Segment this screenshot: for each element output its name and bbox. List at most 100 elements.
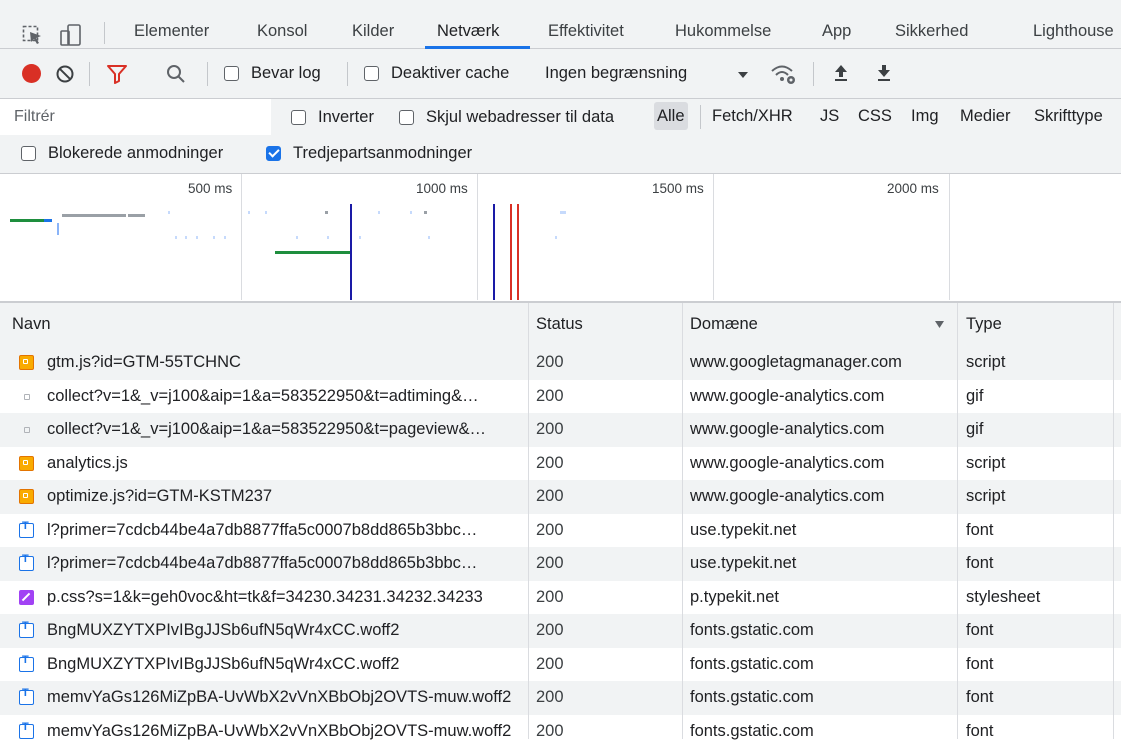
filter-input[interactable] bbox=[0, 99, 271, 135]
type-filter-js[interactable]: JS bbox=[817, 102, 842, 130]
request-status-cell: 200 bbox=[536, 547, 676, 581]
inspect-element-icon[interactable] bbox=[22, 25, 44, 47]
third-party-requests-checkbox[interactable] bbox=[266, 146, 281, 161]
timeline-bar bbox=[275, 251, 351, 254]
type-filter-all[interactable]: Alle bbox=[654, 102, 688, 130]
request-name-cell: l?primer=7cdcb44be4a7db8877ffa5c0007b8dd… bbox=[47, 514, 522, 548]
table-row[interactable]: p.css?s=1&k=geh0voc&ht=tk&f=34230.34231.… bbox=[0, 581, 1121, 615]
request-status-cell: 200 bbox=[536, 648, 676, 682]
dom-content-loaded-marker bbox=[493, 204, 495, 300]
device-toolbar-icon[interactable] bbox=[60, 24, 82, 48]
stylesheet-file-icon bbox=[19, 590, 34, 605]
request-domain-cell: fonts.gstatic.com bbox=[690, 715, 950, 748]
tab-elements[interactable]: Elementer bbox=[134, 22, 209, 41]
overview-tick: 500 ms bbox=[188, 181, 232, 196]
font-file-icon bbox=[19, 724, 34, 739]
column-header-name[interactable]: Navn bbox=[12, 303, 51, 346]
font-file-icon bbox=[19, 690, 34, 705]
hide-data-urls-checkbox[interactable] bbox=[399, 110, 414, 125]
request-status-cell: 200 bbox=[536, 681, 676, 715]
request-status-cell: 200 bbox=[536, 480, 676, 514]
type-filter-img[interactable]: Img bbox=[908, 102, 942, 130]
type-filter-css[interactable]: CSS bbox=[855, 102, 895, 130]
network-overview[interactable]: 500 ms 1000 ms 1500 ms 2000 ms bbox=[0, 174, 1121, 303]
blocked-requests-checkbox[interactable] bbox=[21, 146, 36, 161]
timeline-bar bbox=[128, 214, 145, 217]
font-file-icon bbox=[19, 623, 34, 638]
request-name-cell: collect?v=1&_v=j100&aip=1&a=583522950&t=… bbox=[47, 413, 522, 447]
script-file-icon bbox=[19, 355, 34, 370]
request-domain-cell: use.typekit.net bbox=[690, 547, 950, 581]
tab-lighthouse[interactable]: Lighthouse bbox=[1033, 22, 1121, 41]
gif-file-icon bbox=[24, 394, 30, 400]
request-domain-cell: fonts.gstatic.com bbox=[690, 614, 950, 648]
preserve-log-checkbox[interactable] bbox=[224, 66, 239, 81]
request-name-cell: p.css?s=1&k=geh0voc&ht=tk&f=34230.34231.… bbox=[47, 581, 522, 615]
table-row[interactable]: collect?v=1&_v=j100&aip=1&a=583522950&t=… bbox=[0, 413, 1121, 447]
overview-tick: 1000 ms bbox=[416, 181, 468, 196]
table-row[interactable]: memvYaGs126MiZpBA-UvWbX2vVnXBbObj2OVTS-m… bbox=[0, 681, 1121, 715]
export-har-icon[interactable] bbox=[876, 63, 892, 83]
table-row[interactable]: BngMUXZYTXPIvIBgJJSb6ufN5qWr4xCC.woff220… bbox=[0, 614, 1121, 648]
devtools-tab-bar: Elementer Konsol Kilder Netværk Effektiv… bbox=[0, 0, 1121, 49]
tab-network[interactable]: Netværk bbox=[437, 22, 499, 41]
table-row[interactable]: collect?v=1&_v=j100&aip=1&a=583522950&t=… bbox=[0, 380, 1121, 414]
request-type-cell: script bbox=[966, 447, 1106, 481]
request-domain-cell: www.google-analytics.com bbox=[690, 413, 950, 447]
network-toolbar: Bevar log Deaktiver cache Ingen begrænsn… bbox=[0, 49, 1121, 99]
throttling-select[interactable]: Ingen begrænsning bbox=[545, 64, 687, 83]
preserve-log-label: Bevar log bbox=[251, 64, 321, 83]
request-status-cell: 200 bbox=[536, 514, 676, 548]
request-name-cell: BngMUXZYTXPIvIBgJJSb6ufN5qWr4xCC.woff2 bbox=[47, 614, 522, 648]
chevron-down-icon[interactable] bbox=[737, 70, 749, 80]
timeline-bar bbox=[57, 223, 59, 235]
tab-console[interactable]: Konsol bbox=[257, 22, 307, 41]
request-status-cell: 200 bbox=[536, 346, 676, 380]
request-name-cell: collect?v=1&_v=j100&aip=1&a=583522950&t=… bbox=[47, 380, 522, 414]
disable-cache-checkbox[interactable] bbox=[364, 66, 379, 81]
timeline-bar bbox=[10, 219, 44, 222]
search-icon[interactable] bbox=[165, 63, 187, 85]
invert-label: Inverter bbox=[318, 108, 374, 127]
type-filter-fetch-xhr[interactable]: Fetch/XHR bbox=[709, 102, 796, 130]
table-row[interactable]: optimize.js?id=GTM-KSTM237200www.google-… bbox=[0, 480, 1121, 514]
overview-tick: 1500 ms bbox=[652, 181, 704, 196]
table-row[interactable]: BngMUXZYTXPIvIBgJJSb6ufN5qWr4xCC.woff220… bbox=[0, 648, 1121, 682]
tab-memory[interactable]: Hukommelse bbox=[675, 22, 771, 41]
font-file-icon bbox=[19, 523, 34, 538]
import-har-icon[interactable] bbox=[833, 63, 849, 83]
tab-sources[interactable]: Kilder bbox=[352, 22, 394, 41]
table-row[interactable]: l?primer=7cdcb44be4a7db8877ffa5c0007b8dd… bbox=[0, 547, 1121, 581]
invert-checkbox[interactable] bbox=[291, 110, 306, 125]
table-row[interactable]: analytics.js200www.google-analytics.coms… bbox=[0, 447, 1121, 481]
table-row[interactable]: gtm.js?id=GTM-55TCHNC200www.googletagman… bbox=[0, 346, 1121, 380]
overview-tick: 2000 ms bbox=[887, 181, 939, 196]
load-event-marker bbox=[517, 204, 519, 300]
column-header-status[interactable]: Status bbox=[536, 303, 583, 346]
column-header-type[interactable]: Type bbox=[966, 303, 1002, 346]
request-type-cell: font bbox=[966, 614, 1106, 648]
load-event-marker bbox=[510, 204, 512, 300]
type-filter-media[interactable]: Medier bbox=[957, 102, 1013, 130]
clear-icon[interactable] bbox=[55, 64, 75, 84]
table-row[interactable]: l?primer=7cdcb44be4a7db8877ffa5c0007b8dd… bbox=[0, 514, 1121, 548]
request-name-cell: l?primer=7cdcb44be4a7db8877ffa5c0007b8dd… bbox=[47, 547, 522, 581]
request-name-cell: memvYaGs126MiZpBA-UvWbX2vVnXBbObj2OVTS-m… bbox=[47, 681, 522, 715]
table-row[interactable]: memvYaGs126MiZpBA-UvWbX2vVnXBbObj2OVTS-m… bbox=[0, 715, 1121, 748]
request-domain-cell: www.google-analytics.com bbox=[690, 480, 950, 514]
tab-application[interactable]: App bbox=[822, 22, 851, 41]
request-status-cell: 200 bbox=[536, 380, 676, 414]
type-filter-font[interactable]: Skrifttype bbox=[1034, 102, 1118, 130]
request-domain-cell: www.google-analytics.com bbox=[690, 447, 950, 481]
column-header-domain[interactable]: Domæne bbox=[690, 303, 758, 346]
tab-performance[interactable]: Effektivitet bbox=[548, 22, 624, 41]
request-type-cell: font bbox=[966, 547, 1106, 581]
timeline-bar bbox=[62, 214, 126, 217]
record-icon[interactable] bbox=[22, 64, 41, 83]
filter-icon[interactable] bbox=[106, 63, 128, 85]
script-file-icon bbox=[19, 489, 34, 504]
request-options-bar: Blokerede anmodninger Tredjepartsanmodni… bbox=[0, 135, 1121, 174]
tab-security[interactable]: Sikkerhed bbox=[895, 22, 968, 41]
network-conditions-icon[interactable] bbox=[770, 62, 798, 86]
dom-content-loaded-marker bbox=[350, 204, 352, 300]
